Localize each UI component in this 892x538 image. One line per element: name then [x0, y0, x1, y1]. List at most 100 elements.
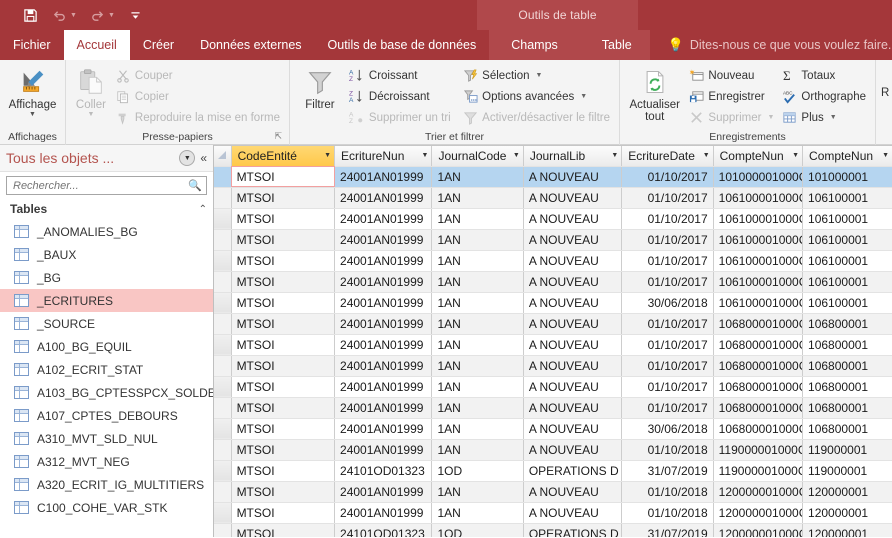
filter-button[interactable]: Filtrer [295, 63, 345, 111]
chevron-down-icon[interactable]: ▼ [513, 152, 520, 159]
row-selector[interactable] [214, 481, 232, 503]
table-cell[interactable]: 106100001 [802, 250, 892, 272]
customize-qat-icon[interactable] [127, 7, 144, 24]
table-cell[interactable]: 24001AN01999 [334, 481, 433, 503]
table-row[interactable]: MTSOI 24001AN01999 1AN A NOUVEAU 30/06/2018 1… [214, 292, 892, 314]
chevron-down-icon[interactable]: ▼ [830, 114, 837, 121]
table-cell[interactable]: 01/10/2017 [621, 334, 714, 356]
undo-icon[interactable] [51, 7, 68, 24]
table-cell[interactable]: 101000001000C [713, 166, 804, 188]
tab-creer[interactable]: Créer [130, 30, 187, 60]
table-cell[interactable]: MTSOI [231, 250, 336, 272]
chevron-down-icon[interactable]: ▼ [422, 152, 429, 159]
navigation-object-list[interactable]: Tables ⌃ _ANOMALIES_BG _BAUX _BG _ECRITU… [0, 198, 213, 537]
column-header-journalcode[interactable]: JournalCode ▼ [431, 146, 524, 167]
table-cell[interactable]: 1AN [431, 229, 524, 251]
table-cell[interactable]: 106800001000C [713, 334, 804, 356]
table-cell[interactable]: 30/06/2018 [621, 292, 714, 314]
table-cell[interactable]: 01/10/2017 [621, 355, 714, 377]
tab-champs[interactable]: Champs [489, 30, 580, 60]
table-cell[interactable]: 101000001 [802, 166, 892, 188]
search-icon[interactable]: 🔍 [186, 179, 204, 192]
dialog-launcher-icon[interactable]: ⇱ [274, 129, 282, 144]
paste-button[interactable]: Coller ▼ [71, 63, 111, 119]
column-header-comptenun-2[interactable]: CompteNun ▼ [802, 146, 892, 167]
row-selector[interactable] [214, 523, 232, 537]
chevron-down-icon[interactable]: ▼ [179, 150, 196, 166]
table-cell[interactable]: 1AN [431, 439, 524, 461]
table-cell[interactable]: 106800001 [802, 334, 892, 356]
table-cell[interactable]: A NOUVEAU [523, 187, 623, 209]
table-row[interactable]: MTSOI 24001AN01999 1AN A NOUVEAU 01/10/2017 1… [214, 229, 892, 251]
table-cell[interactable]: 01/10/2018 [621, 481, 714, 503]
table-cell[interactable]: 106800001000C [713, 418, 804, 440]
table-cell[interactable]: MTSOI [231, 271, 336, 293]
table-cell[interactable]: 1AN [431, 250, 524, 272]
chevron-up-icon[interactable]: ⌃ [199, 204, 207, 215]
advanced-filter-button[interactable]: Options avancées ▼ [458, 86, 614, 107]
row-selector[interactable] [214, 292, 232, 314]
table-row[interactable]: MTSOI 24001AN01999 1AN A NOUVEAU 01/10/2017 1… [214, 250, 892, 272]
chevron-down-icon[interactable]: ▼ [324, 152, 331, 159]
tab-donnees-externes[interactable]: Données externes [187, 30, 314, 60]
table-cell[interactable]: 106100001 [802, 292, 892, 314]
nav-item-a312-mvt-neg[interactable]: A312_MVT_NEG [0, 450, 213, 473]
more-records-button[interactable]: Plus ▼ [777, 107, 870, 128]
refresh-all-button[interactable]: Actualiser tout [625, 63, 684, 123]
table-cell[interactable]: OPERATIONS D [523, 523, 623, 537]
row-selector[interactable] [214, 418, 232, 440]
nav-item-a102-ecrit-stat[interactable]: A102_ECRIT_STAT [0, 358, 213, 381]
chevron-down-icon[interactable]: ▼ [87, 111, 94, 119]
new-record-button[interactable]: Nouveau [684, 65, 777, 86]
table-cell[interactable]: 106800001 [802, 397, 892, 419]
table-row[interactable]: MTSOI 24001AN01999 1AN A NOUVEAU 01/10/2017 1… [214, 166, 892, 188]
row-selector[interactable] [214, 397, 232, 419]
table-cell[interactable]: 01/10/2017 [621, 376, 714, 398]
row-selector[interactable] [214, 229, 232, 251]
column-header-codeentite[interactable]: CodeEntité ▼ [231, 146, 336, 167]
table-cell[interactable]: A NOUVEAU [523, 292, 623, 314]
row-selector[interactable] [214, 376, 232, 398]
table-cell[interactable]: MTSOI [231, 460, 336, 482]
row-selector[interactable] [214, 502, 232, 524]
tab-fichier[interactable]: Fichier [0, 30, 64, 60]
chevron-down-icon[interactable]: ▼ [108, 12, 115, 19]
table-row[interactable]: MTSOI 24001AN01999 1AN A NOUVEAU 01/10/2018 1… [214, 502, 892, 524]
table-row[interactable]: MTSOI 24001AN01999 1AN A NOUVEAU 01/10/2017 1… [214, 271, 892, 293]
row-selector[interactable] [214, 271, 232, 293]
table-cell[interactable]: 119000001 [802, 460, 892, 482]
undo-control[interactable]: ▼ [51, 7, 77, 24]
table-cell[interactable]: MTSOI [231, 313, 336, 335]
table-cell[interactable]: 106100001 [802, 271, 892, 293]
table-cell[interactable]: 31/07/2019 [621, 460, 714, 482]
table-cell[interactable]: A NOUVEAU [523, 439, 623, 461]
row-selector[interactable] [214, 250, 232, 272]
sort-descending-button[interactable]: ZA Décroissant [345, 86, 458, 107]
table-cell[interactable]: A NOUVEAU [523, 166, 623, 188]
table-cell[interactable]: MTSOI [231, 376, 336, 398]
table-cell[interactable]: MTSOI [231, 166, 336, 188]
column-header-ecriturenun[interactable]: EcritureNun ▼ [334, 146, 433, 167]
table-cell[interactable]: 24001AN01999 [334, 439, 433, 461]
table-cell[interactable]: 1AN [431, 355, 524, 377]
table-cell[interactable]: 106100001000C [713, 250, 804, 272]
table-cell[interactable]: 1AN [431, 502, 524, 524]
view-button[interactable]: Affichage ▼ [5, 63, 60, 119]
table-row[interactable]: MTSOI 24101OD01323 1OD OPERATIONS D 31/07/20… [214, 523, 892, 537]
nav-item-a100-bg-equil[interactable]: A100_BG_EQUIL [0, 335, 213, 358]
table-cell[interactable]: MTSOI [231, 523, 336, 537]
table-cell[interactable]: 24001AN01999 [334, 334, 433, 356]
table-cell[interactable]: 01/10/2018 [621, 439, 714, 461]
table-cell[interactable]: A NOUVEAU [523, 397, 623, 419]
column-header-ecrituredate[interactable]: EcritureDate ▼ [621, 146, 714, 167]
row-selector[interactable] [214, 313, 232, 335]
table-cell[interactable]: MTSOI [231, 355, 336, 377]
table-cell[interactable]: 01/10/2017 [621, 313, 714, 335]
row-selector[interactable] [214, 355, 232, 377]
table-cell[interactable]: 120000001 [802, 481, 892, 503]
table-row[interactable]: MTSOI 24001AN01999 1AN A NOUVEAU 01/10/2018 1… [214, 439, 892, 461]
table-cell[interactable]: 1AN [431, 208, 524, 230]
table-cell[interactable]: MTSOI [231, 229, 336, 251]
table-row[interactable]: MTSOI 24001AN01999 1AN A NOUVEAU 01/10/2017 1… [214, 355, 892, 377]
table-cell[interactable]: 106800001000C [713, 376, 804, 398]
